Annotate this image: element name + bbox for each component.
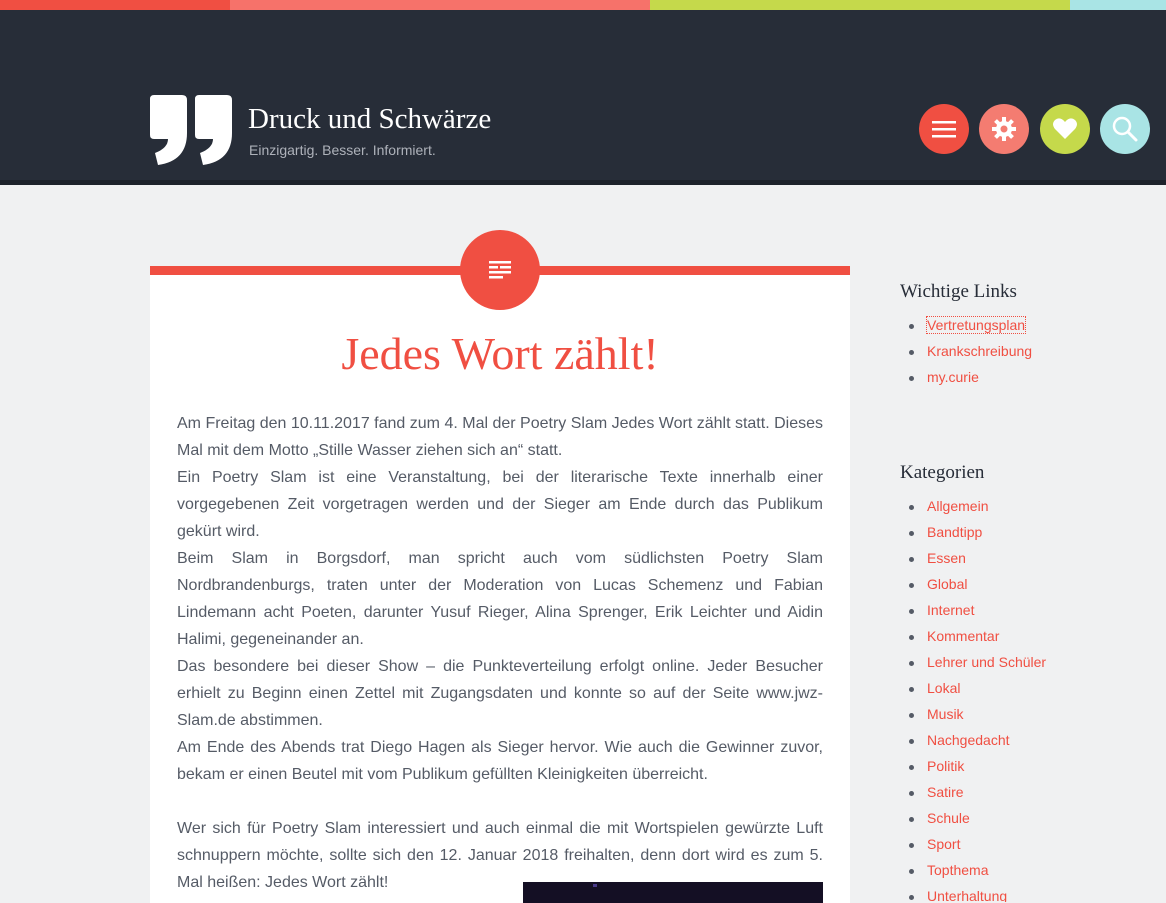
- menu-button[interactable]: [919, 104, 969, 154]
- quote-mark-icon[interactable]: [150, 95, 236, 167]
- list-item: Global: [900, 576, 1046, 602]
- list-item: Krankschreibung: [900, 343, 1032, 369]
- list-item: Internet: [900, 602, 1046, 628]
- category-link[interactable]: Topthema: [927, 862, 988, 878]
- list-item: Sport: [900, 836, 1046, 862]
- gear-icon: [992, 117, 1016, 141]
- category-link[interactable]: Allgemein: [927, 498, 988, 514]
- list-item: Schule: [900, 810, 1046, 836]
- widget-title-categories: Kategorien: [900, 462, 985, 483]
- settings-button[interactable]: [979, 104, 1029, 154]
- text-format-icon: [489, 261, 511, 279]
- color-bar-segment: [0, 0, 230, 10]
- post-format-badge[interactable]: [460, 230, 540, 310]
- site-title[interactable]: Druck und Schwärze: [248, 103, 491, 136]
- list-item: Topthema: [900, 862, 1046, 888]
- list-item: Vertretungsplan: [900, 316, 1032, 343]
- color-bar-segment: [230, 0, 650, 10]
- post-paragraph: Ein Poetry Slam ist eine Veranstaltung, …: [177, 469, 823, 540]
- category-link[interactable]: Bandtipp: [927, 524, 982, 540]
- link-vertretungsplan[interactable]: Vertretungsplan: [925, 316, 1027, 334]
- search-icon: [1112, 116, 1138, 142]
- list-item: Bandtipp: [900, 524, 1046, 550]
- category-link[interactable]: Politik: [927, 758, 964, 774]
- category-link[interactable]: Essen: [927, 550, 966, 566]
- category-link[interactable]: Lehrer und Schüler: [927, 654, 1046, 670]
- post-content: Am Freitag den 10.11.2017 fand zum 4. Ma…: [177, 410, 823, 896]
- category-link[interactable]: Schule: [927, 810, 970, 826]
- post-paragraph: Am Freitag den 10.11.2017 fand zum 4. Ma…: [177, 415, 823, 459]
- list-item: Essen: [900, 550, 1046, 576]
- link-my-curie[interactable]: my.curie: [927, 369, 979, 385]
- list-item: my.curie: [900, 369, 1032, 395]
- post-paragraph: Beim Slam in Borgsdorf, man spricht auch…: [177, 550, 823, 648]
- color-bar-segment: [1070, 0, 1166, 10]
- link-krankschreibung[interactable]: Krankschreibung: [927, 343, 1032, 359]
- links-list: Vertretungsplan Krankschreibung my.curie: [900, 316, 1032, 395]
- list-item: Unterhaltung: [900, 888, 1046, 902]
- category-link[interactable]: Sport: [927, 836, 960, 852]
- category-link[interactable]: Kommentar: [927, 628, 999, 644]
- categories-list: Allgemein Bandtipp Essen Global Internet…: [900, 498, 1046, 902]
- site-description: Einzigartig. Besser. Informiert.: [249, 142, 436, 158]
- top-color-bar: [0, 0, 1166, 10]
- list-item: Lehrer und Schüler: [900, 654, 1046, 680]
- category-link[interactable]: Musik: [927, 706, 964, 722]
- widget-title-links: Wichtige Links: [900, 281, 1017, 302]
- menu-icon: [932, 121, 956, 138]
- category-link[interactable]: Internet: [927, 602, 974, 618]
- post-paragraph: Am Ende des Abends trat Diego Hagen als …: [177, 739, 823, 783]
- category-link[interactable]: Global: [927, 576, 967, 592]
- category-link[interactable]: Nachgedacht: [927, 732, 1010, 748]
- heart-icon: [1053, 118, 1077, 139]
- post-paragraph: Das besondere bei dieser Show – die Punk…: [177, 658, 823, 729]
- category-link[interactable]: Unterhaltung: [927, 888, 1007, 902]
- search-button[interactable]: [1100, 104, 1150, 154]
- post-image[interactable]: [523, 882, 823, 903]
- category-link[interactable]: Satire: [927, 784, 964, 800]
- post-title[interactable]: Jedes Wort zählt!: [150, 327, 850, 380]
- heart-button[interactable]: [1040, 104, 1090, 154]
- list-item: Nachgedacht: [900, 732, 1046, 758]
- list-item: Politik: [900, 758, 1046, 784]
- color-bar-segment: [650, 0, 1070, 10]
- list-item: Allgemein: [900, 498, 1046, 524]
- list-item: Satire: [900, 784, 1046, 810]
- list-item: Kommentar: [900, 628, 1046, 654]
- header-shadow: [0, 180, 1166, 185]
- list-item: Musik: [900, 706, 1046, 732]
- list-item: Lokal: [900, 680, 1046, 706]
- category-link[interactable]: Lokal: [927, 680, 960, 696]
